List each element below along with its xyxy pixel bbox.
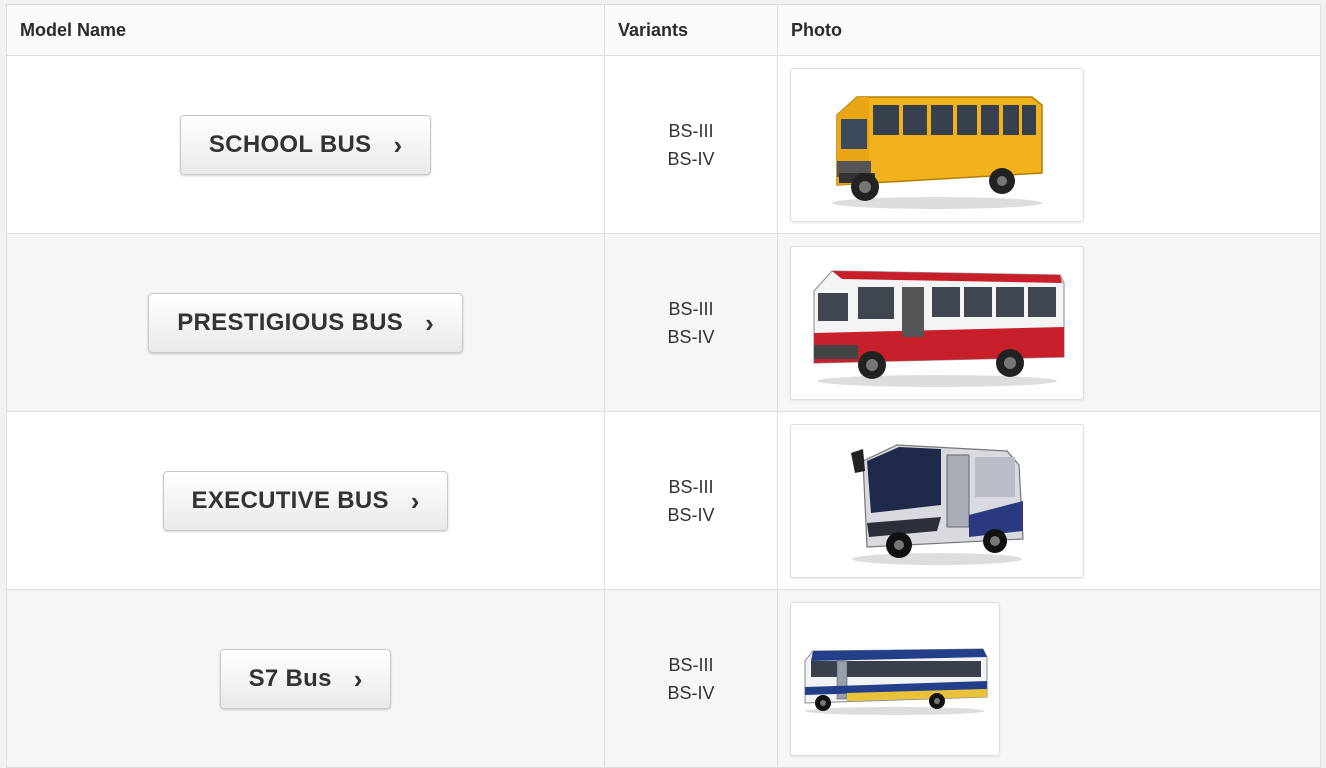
button-label: EXECUTIVE BUS [191, 486, 389, 514]
variants-cell: BS-III BS-IV [604, 411, 778, 590]
variant-item: BS-IV [667, 504, 715, 525]
red-white-bus-image [813, 270, 1065, 387]
header-variants: Variants [604, 4, 778, 56]
photo-cell [777, 589, 1321, 768]
city-bus-image [804, 648, 988, 715]
prestigious-bus-button[interactable]: PRESTIGIOUS BUS › [148, 292, 463, 353]
table-row: EXECUTIVE BUS › BS-III BS-IV [6, 411, 1321, 590]
chevron-right-icon: › [410, 485, 420, 516]
model-cell: EXECUTIVE BUS › [6, 411, 605, 590]
photo-thumbnail[interactable] [790, 68, 1084, 222]
variants-cell: BS-III BS-IV [604, 589, 778, 768]
variants-cell: BS-III BS-IV [604, 55, 778, 234]
executive-bus-button[interactable]: EXECUTIVE BUS › [162, 470, 449, 531]
photo-thumbnail[interactable] [790, 424, 1084, 578]
executive-coach-image [851, 444, 1024, 565]
variant-item: BS-III [668, 298, 714, 319]
photo-thumbnail[interactable] [790, 602, 1000, 756]
variant-item: BS-IV [667, 326, 715, 347]
photo-cell [777, 55, 1321, 234]
photo-cell [777, 411, 1321, 590]
variant-item: BS-IV [667, 148, 715, 169]
variant-item: BS-III [668, 654, 714, 675]
photo-cell [777, 233, 1321, 412]
variant-item: BS-III [668, 120, 714, 141]
table-header-row: Model Name Variants Photo [6, 4, 1321, 56]
yellow-school-bus-image [832, 96, 1043, 209]
variant-item: BS-IV [667, 682, 715, 703]
header-photo: Photo [777, 4, 1321, 56]
variants-cell: BS-III BS-IV [604, 233, 778, 412]
button-label: SCHOOL BUS [208, 130, 372, 158]
table-row: SCHOOL BUS › BS-III BS-IV [6, 55, 1321, 234]
bus-models-table: Model Name Variants Photo SCHOOL BUS › B… [6, 4, 1321, 768]
school-bus-button[interactable]: SCHOOL BUS › [179, 114, 432, 175]
table-row: S7 Bus › BS-III BS-IV [6, 589, 1321, 768]
table-row: PRESTIGIOUS BUS › BS-III BS-IV [6, 233, 1321, 412]
model-cell: SCHOOL BUS › [6, 55, 605, 234]
s7-bus-button[interactable]: S7 Bus › [219, 648, 392, 709]
button-label: S7 Bus [248, 664, 332, 692]
header-model-name: Model Name [6, 4, 605, 56]
chevron-right-icon: › [353, 663, 363, 694]
model-cell: S7 Bus › [6, 589, 605, 768]
button-label: PRESTIGIOUS BUS [177, 308, 404, 336]
model-cell: PRESTIGIOUS BUS › [6, 233, 605, 412]
variant-item: BS-III [668, 476, 714, 497]
chevron-right-icon: › [393, 129, 403, 160]
photo-thumbnail[interactable] [790, 246, 1084, 400]
chevron-right-icon: › [425, 307, 434, 338]
